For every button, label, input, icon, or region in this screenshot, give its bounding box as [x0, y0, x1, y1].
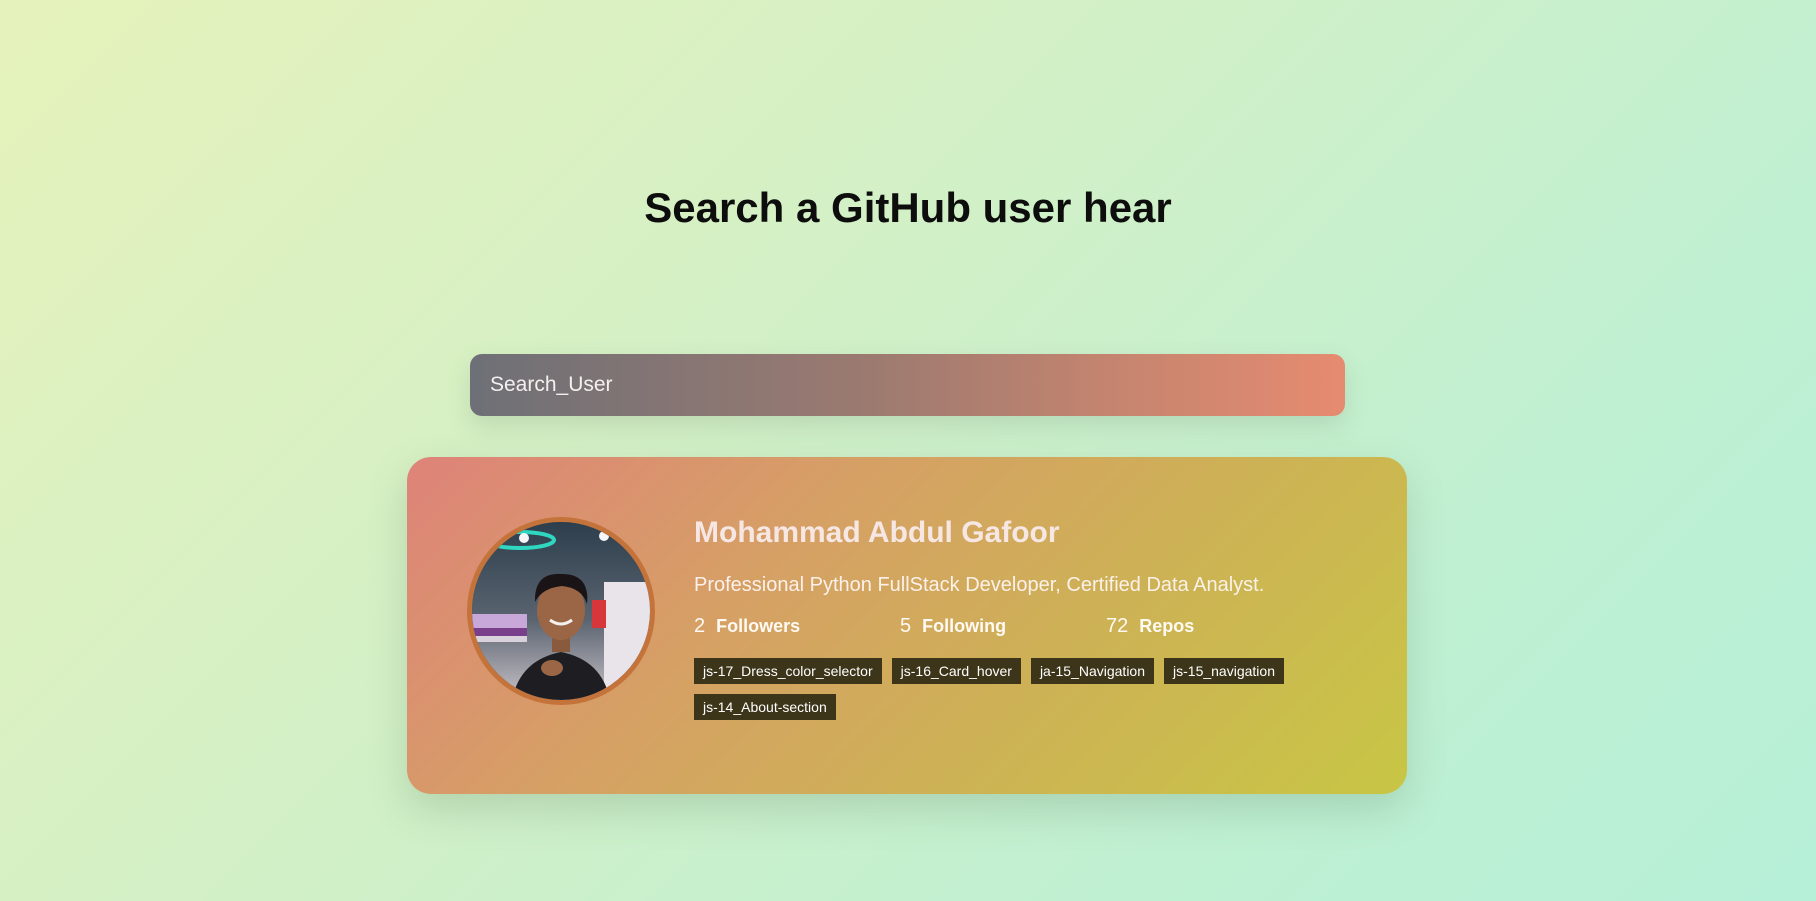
- search-input[interactable]: [470, 354, 1345, 416]
- user-stats: 2 Followers 5 Following 72 Repos: [694, 615, 1374, 638]
- repo-link[interactable]: ja-15_Navigation: [1030, 658, 1155, 684]
- stat-followers: 2 Followers: [694, 615, 900, 638]
- repos-label: Repos: [1139, 616, 1195, 636]
- profile-photo: [472, 522, 650, 700]
- user-info: Mohammad Abdul Gafoor Professional Pytho…: [694, 515, 1374, 730]
- user-bio: Professional Python FullStack Developer,…: [694, 574, 1265, 596]
- repos-count: 72: [1106, 615, 1129, 637]
- stat-following: 5 Following: [900, 615, 1106, 638]
- repo-link[interactable]: js-15_navigation: [1164, 658, 1284, 684]
- repo-link[interactable]: js-17_Dress_color_selector: [694, 658, 882, 684]
- repo-list: js-17_Dress_color_selector js-16_Card_ho…: [694, 658, 1354, 730]
- followers-label: Followers: [716, 616, 801, 636]
- page-title: Search a GitHub user hear: [644, 184, 1172, 231]
- user-name: Mohammad Abdul Gafoor: [694, 516, 1060, 549]
- avatar: [467, 517, 655, 705]
- user-card: Mohammad Abdul Gafoor Professional Pytho…: [407, 457, 1407, 794]
- repo-link[interactable]: js-14_About-section: [694, 694, 836, 720]
- following-label: Following: [922, 616, 1007, 636]
- following-count: 5: [900, 615, 912, 637]
- search-form: [470, 354, 1345, 416]
- stat-repos: 72 Repos: [1106, 615, 1312, 638]
- repo-link[interactable]: js-16_Card_hover: [891, 658, 1021, 684]
- followers-count: 2: [694, 615, 706, 637]
